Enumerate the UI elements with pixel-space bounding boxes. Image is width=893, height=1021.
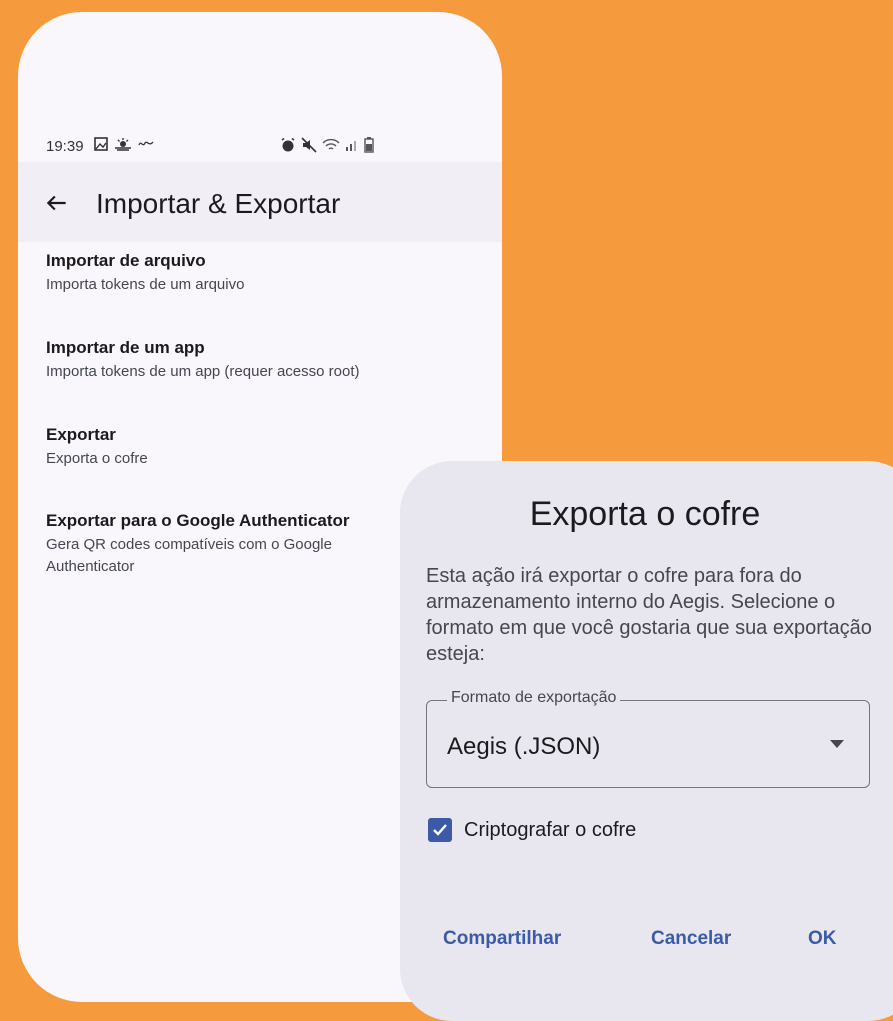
notification-icon [138,141,154,146]
encrypt-vault-row[interactable]: Criptografar o cofre [428,818,636,842]
page-title: Importar & Exportar [96,188,341,219]
wifi-icon [322,138,340,150]
cancel-button[interactable]: Cancelar [651,928,731,950]
menu-item-title: Importar de arquivo [46,251,206,270]
menu-item-import-app[interactable]: Importar de um app Importa tokens de um … [46,337,486,383]
signal-icon [346,141,356,151]
status-time: 19:39 [46,138,84,155]
dropdown-arrow-icon [830,740,844,748]
dialog-title: Exporta o cofre [529,495,761,533]
menu-item-import-file[interactable]: Importar de arquivo Importa tokens de um… [46,250,486,296]
ok-button[interactable]: OK [808,928,837,950]
encrypt-label: Criptografar o cofre [464,818,637,841]
app-bar: Importar & Exportar [18,162,502,242]
dialog-message: Esta ação irá exportar o cofre para fora… [426,565,872,665]
encrypt-checkbox[interactable] [428,818,452,842]
gallery-icon [94,137,108,151]
menu-item-subtitle: Exporta o cofre [46,450,148,467]
menu-item-subtitle: Importa tokens de um arquivo [46,276,245,293]
export-format-label: Formato de exportação [447,689,621,707]
weather-icon [115,138,131,151]
export-dialog: Exporta o cofre Esta ação irá exportar o… [400,461,893,1021]
mute-icon [301,137,317,153]
menu-item-subtitle: Gera QR codes compatíveis com o Google A… [46,536,332,575]
arrow-left-icon[interactable] [44,190,70,216]
export-format-select[interactable]: Formato de exportação Aegis (.JSON) [426,689,870,788]
export-format-value: Aegis (.JSON) [447,733,601,760]
menu-item-title: Exportar [46,425,116,444]
status-bar: 19:39 [46,136,486,158]
battery-icon [364,137,374,153]
menu-item-export[interactable]: Exportar Exporta o cofre [46,424,486,470]
share-button[interactable]: Compartilhar [443,928,561,950]
menu-item-title: Importar de um app [46,338,205,357]
menu-item-title: Exportar para o Google Authenticator [46,511,350,530]
alarm-icon [281,137,295,152]
menu-item-subtitle: Importa tokens de um app (requer acesso … [46,363,360,380]
menu-item-export-google-authenticator[interactable]: Exportar para o Google Authenticator Ger… [46,510,396,578]
checkmark-icon [433,824,447,836]
